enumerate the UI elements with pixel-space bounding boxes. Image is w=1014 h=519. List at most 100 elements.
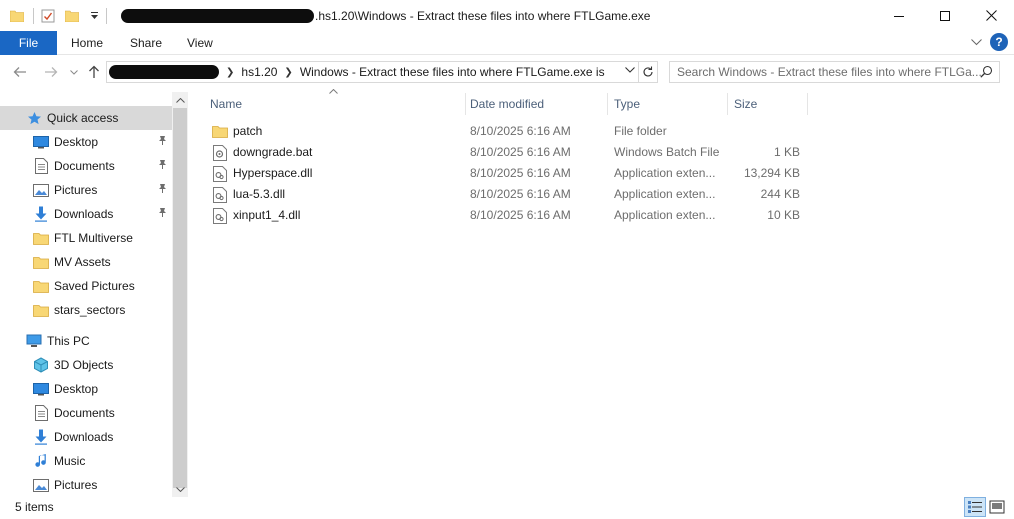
nav-pc-item-3d-objects[interactable]: 3D Objects [0,353,172,377]
nav-label: Pictures [54,183,98,197]
file-date: 8/10/2025 6:16 AM [470,187,571,201]
address-history-dropdown[interactable] [625,65,635,76]
title-bar: .hs1.20\Windows - Extract these files in… [0,0,1014,31]
pictures-icon [33,182,49,198]
search-placeholder: Search Windows - Extract these files int… [677,65,982,79]
desktop-icon [33,134,49,150]
nav-label: Downloads [54,430,114,444]
back-button[interactable] [11,64,29,80]
nav-pc-item-music[interactable]: Music [0,449,172,473]
details-view-button[interactable] [964,497,986,517]
nav-label: Music [54,454,86,468]
address-bar[interactable]: ❯ hs1.20 ❯ Windows - Extract these files… [106,61,639,83]
file-row[interactable]: downgrade.bat 8/10/2025 6:16 AM Windows Ba… [206,142,806,163]
nav-item-saved-pictures[interactable]: Saved Pictures [0,274,172,298]
file-size: 10 KB [767,208,800,222]
tab-file[interactable]: File [0,31,57,55]
documents-icon [33,405,49,421]
nav-item-pictures[interactable]: Pictures [0,178,172,202]
close-button[interactable] [968,0,1014,31]
column-header-name[interactable]: Name [204,93,466,115]
scroll-down-button[interactable] [172,481,188,497]
minimize-button[interactable] [876,0,922,31]
customize-toolbar-dropdown[interactable] [88,8,100,24]
file-name-cell[interactable]: lua-5.3.dll [212,184,285,205]
file-name: downgrade.bat [233,145,313,159]
pin-icon [157,135,168,149]
nav-item-documents[interactable]: Documents [0,154,172,178]
nav-pc-item-documents[interactable]: Documents [0,401,172,425]
scroll-thumb[interactable] [173,108,187,488]
toolbar-separator [106,7,107,24]
nav-this-pc[interactable]: This PC [0,329,172,353]
music-icon [33,453,49,469]
new-folder-icon[interactable] [64,8,80,24]
folder-icon [9,8,25,24]
pin-icon [157,207,168,221]
redacted-breadcrumb [109,65,219,79]
nav-label: MV Assets [54,255,111,269]
breadcrumb-current-folder[interactable]: Windows - Extract these files into where… [300,65,605,79]
nav-label: FTL Multiverse [54,231,133,245]
file-size [734,121,800,142]
nav-item-downloads[interactable]: Downloads [0,202,172,226]
file-name-cell[interactable]: Hyperspace.dll [212,163,312,184]
file-name: Hyperspace.dll [233,166,313,180]
quick-access-toolbar [0,0,113,31]
nav-scrollbar[interactable] [172,92,188,497]
nav-pc-item-downloads[interactable]: Downloads [0,425,172,449]
file-type: Application exten... [614,166,716,180]
file-type: Application exten... [614,208,716,222]
file-name-cell[interactable]: downgrade.bat [212,142,312,163]
status-bar: 5 items [0,497,1014,519]
navigation-pane: Quick access Desktop Documents Pictures Dow… [0,92,188,497]
maximize-button[interactable] [922,0,968,31]
tab-share[interactable]: Share [118,31,174,55]
file-size: 1 KB [773,145,800,159]
nav-label: 3D Objects [54,358,114,372]
file-row[interactable]: patch 8/10/2025 6:16 AM File folder [206,121,806,142]
back-arrow-icon [13,67,26,77]
recent-locations-button[interactable] [65,64,83,80]
file-row[interactable]: Hyperspace.dll 8/10/2025 6:16 AM Applicati… [206,163,806,184]
nav-quick-access[interactable]: Quick access [0,106,172,130]
nav-item-desktop[interactable]: Desktop [0,130,172,154]
breadcrumb-separator-icon[interactable]: ❯ [226,67,234,78]
breadcrumb-separator-icon[interactable]: ❯ [284,67,292,78]
file-name-cell[interactable]: patch [212,121,262,142]
refresh-button[interactable] [638,61,658,83]
nav-pc-item-desktop[interactable]: Desktop [0,377,172,401]
documents-icon [33,158,49,174]
properties-icon[interactable] [40,8,56,24]
up-button[interactable] [85,64,103,80]
file-date: 8/10/2025 6:16 AM [470,166,571,180]
chevron-down-icon [625,67,635,73]
folder-icon [33,278,49,294]
window-title: .hs1.20\Windows - Extract these files in… [315,8,651,23]
nav-item-stars_sectors[interactable]: stars_sectors [0,298,172,322]
nav-pc-item-pictures[interactable]: Pictures [0,473,172,497]
help-icon[interactable]: ? [990,33,1008,51]
expand-ribbon-icon[interactable] [971,35,982,49]
nav-item-ftl-multiverse[interactable]: FTL Multiverse [0,226,172,250]
downloads-icon [33,206,49,222]
file-row[interactable]: lua-5.3.dll 8/10/2025 6:16 AM Application … [206,184,806,205]
nav-item-mv-assets[interactable]: MV Assets [0,250,172,274]
scroll-up-button[interactable] [172,92,188,108]
column-header-type[interactable]: Type [608,93,728,115]
redacted-path [121,8,314,23]
breadcrumb-hs1-20[interactable]: hs1.20 [241,65,277,79]
column-header-date[interactable]: Date modified [464,93,608,115]
file-name-cell[interactable]: xinput1_4.dll [212,205,300,226]
tab-view[interactable]: View [175,31,225,55]
file-date: 8/10/2025 6:16 AM [470,208,571,222]
large-icons-view-button[interactable] [986,497,1008,517]
window-controls [876,0,1014,31]
pin-icon [157,159,168,173]
file-name: xinput1_4.dll [233,208,301,222]
search-input[interactable]: Search Windows - Extract these files int… [669,61,1000,83]
file-row[interactable]: xinput1_4.dll 8/10/2025 6:16 AM Applicatio… [206,205,806,226]
forward-button[interactable] [42,64,60,80]
column-header-size[interactable]: Size [728,93,808,115]
tab-home[interactable]: Home [59,31,115,55]
